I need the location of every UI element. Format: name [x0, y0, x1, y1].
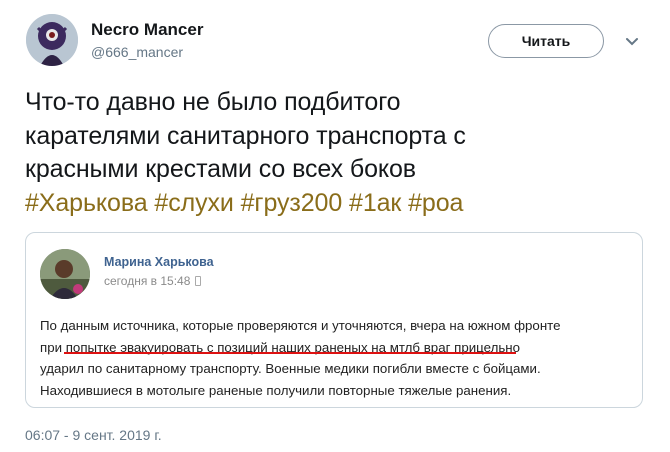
- hashtag-row: #Харькова #слухи #груз200 #1ак #роа: [25, 187, 645, 221]
- embedded-screenshot[interactable]: Марина Харькова сегодня в 15:48 По данны…: [25, 232, 643, 408]
- follow-button[interactable]: Читать: [488, 24, 604, 58]
- post-line: ударил по санитарному транспорту. Военны…: [40, 361, 541, 376]
- post-line: Находившиеся в мотолыге раненые получили…: [40, 382, 512, 398]
- tweet-timestamp[interactable]: 06:07 - 9 сент. 2019 г.: [25, 427, 162, 443]
- user-name[interactable]: Necro Mancer: [91, 20, 203, 40]
- hashtag-link[interactable]: #груз200: [241, 189, 343, 217]
- hashtag-link[interactable]: #слухи: [154, 189, 233, 217]
- chevron-down-icon[interactable]: [622, 32, 642, 52]
- tweet-text: Что-то давно не было подбитого карателям…: [25, 86, 645, 220]
- post-time: сегодня в 15:48: [104, 274, 202, 288]
- hashtag-link[interactable]: #1ак: [349, 189, 401, 217]
- author-name: Марина Харькова: [104, 255, 214, 269]
- hashtag-link[interactable]: #Харькова: [25, 189, 148, 217]
- tweet-line: карателями санитарного транспорта с: [25, 121, 466, 150]
- author-avatar: [40, 249, 90, 299]
- post-line: при попытке эвакуировать с позиций наших…: [40, 339, 521, 355]
- red-underline: [64, 352, 516, 354]
- user-handle[interactable]: @666_mancer: [91, 44, 183, 60]
- phone-icon: [195, 276, 202, 286]
- hashtag-link[interactable]: #роа: [408, 189, 463, 217]
- tweet-line: Что-то давно не было подбитого: [25, 88, 401, 116]
- tweet-line: красными крестами со всех боков: [25, 155, 416, 183]
- post-time-text: сегодня в 15:48: [104, 274, 191, 288]
- user-avatar[interactable]: [26, 14, 78, 66]
- post-line: По данным источника, которые проверяются…: [40, 318, 561, 333]
- post-body: По данным источника, которые проверяются…: [40, 315, 636, 401]
